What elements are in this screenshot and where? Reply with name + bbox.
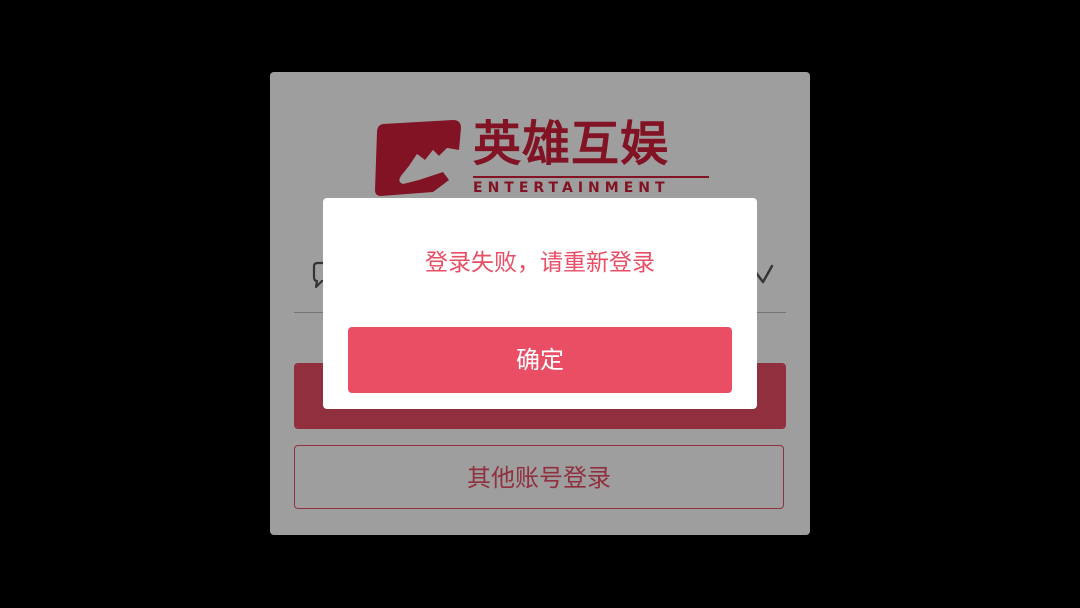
- screen: 英雄互娱 ENTERTAINMENT 其他账号登录 登录失败，请重新登录 确定: [0, 0, 1080, 608]
- dialog-message: 登录失败，请重新登录: [425, 250, 655, 276]
- confirm-button[interactable]: 确定: [348, 327, 732, 393]
- login-failed-dialog: 登录失败，请重新登录 确定: [323, 198, 757, 409]
